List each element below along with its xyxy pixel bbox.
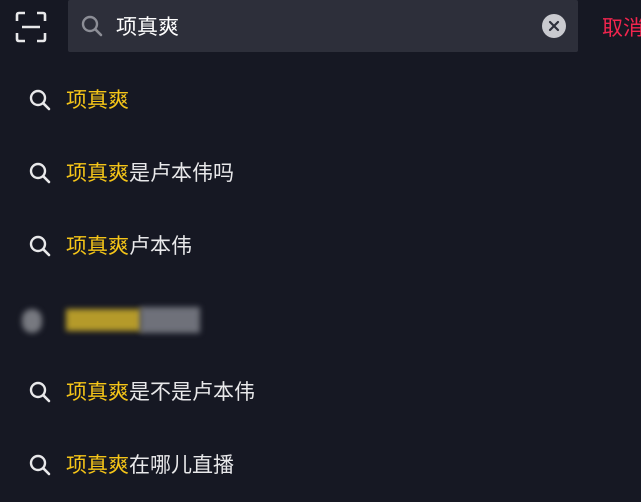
suggestion-item[interactable]: 项真爽是卢本伟吗 bbox=[0, 137, 641, 210]
search-box[interactable] bbox=[68, 0, 578, 52]
suggestion-text: 项真爽在哪儿直播 bbox=[66, 451, 234, 479]
search-icon bbox=[28, 453, 52, 477]
suggestion-item[interactable]: 项真爽是不是卢本伟 bbox=[0, 356, 641, 429]
suggestion-list: 项真爽 项真爽是卢本伟吗 项真爽卢本伟 项真爽是不是卢本伟 项真爽在哪儿直播 bbox=[0, 64, 641, 502]
suggestion-highlight: 项真爽 bbox=[66, 453, 129, 477]
suggestion-item[interactable]: 项真爽 bbox=[0, 64, 641, 137]
search-input[interactable] bbox=[116, 0, 516, 52]
suggestion-text: 项真爽 bbox=[66, 86, 129, 114]
search-icon bbox=[28, 234, 52, 258]
clear-icon[interactable] bbox=[542, 14, 566, 38]
search-icon bbox=[28, 88, 52, 112]
suggestion-text: 项真爽是卢本伟吗 bbox=[66, 159, 234, 187]
suggestion-highlight: 项真爽 bbox=[66, 161, 129, 185]
scan-icon[interactable] bbox=[14, 10, 48, 44]
suggestion-item[interactable]: 项真爽卢本伟 bbox=[0, 210, 641, 283]
suggestion-rest: 是不是卢本伟 bbox=[129, 380, 255, 404]
suggestion-item-redacted[interactable] bbox=[0, 283, 641, 356]
suggestion-text: 项真爽卢本伟 bbox=[66, 232, 192, 260]
suggestion-rest: 卢本伟 bbox=[129, 234, 192, 258]
redacted-avatar bbox=[22, 309, 42, 333]
suggestion-highlight: 项真爽 bbox=[66, 88, 129, 112]
cancel-button[interactable]: 取消 bbox=[602, 12, 641, 42]
redacted-text bbox=[140, 307, 200, 333]
suggestion-highlight: 项真爽 bbox=[66, 380, 129, 404]
redacted-text bbox=[66, 309, 142, 331]
suggestion-text: 项真爽是不是卢本伟 bbox=[66, 378, 255, 406]
search-bar: 取消 bbox=[0, 0, 641, 56]
search-icon bbox=[28, 161, 52, 185]
suggestion-item[interactable]: 项真爽在哪儿直播 bbox=[0, 429, 641, 502]
suggestion-rest: 在哪儿直播 bbox=[129, 453, 234, 477]
search-icon bbox=[80, 14, 104, 38]
suggestion-highlight: 项真爽 bbox=[66, 234, 129, 258]
search-icon bbox=[28, 380, 52, 404]
suggestion-rest: 是卢本伟吗 bbox=[129, 161, 234, 185]
